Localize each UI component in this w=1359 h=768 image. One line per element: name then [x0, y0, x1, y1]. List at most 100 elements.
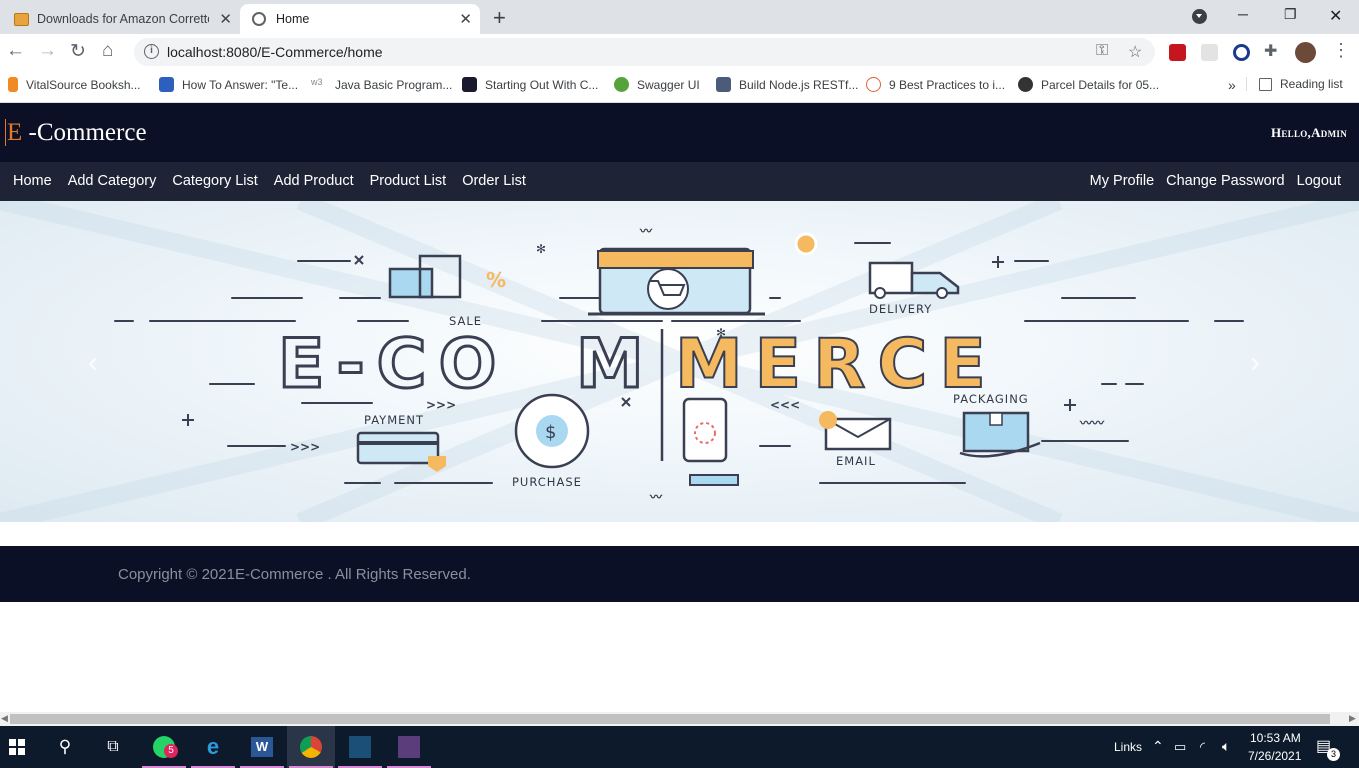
bookmark-label: How To Answer: "Te...	[182, 77, 299, 92]
bookmark-label: Build Node.js RESTf...	[739, 77, 859, 92]
bookmark-label: 9 Best Practices to i...	[889, 77, 1006, 92]
search-icon[interactable]: ⚲	[41, 726, 89, 768]
url-text[interactable]: localhost:8080/E-Commerce/home	[167, 44, 383, 60]
ecommerce-illustration: E-CO M MERCE % $ >>>>>> <<< 〰〰〰〰 ✻✻ SALE…	[0, 201, 1359, 522]
carousel-prev-icon[interactable]: ‹	[88, 346, 98, 380]
volume-icon[interactable]: 🔈︎	[1222, 738, 1230, 755]
package-icon	[14, 12, 29, 26]
nav-add-product[interactable]: Add Product	[274, 173, 354, 189]
address-bar[interactable]: i localhost:8080/E-Commerce/home ⚿ ☆	[134, 38, 1155, 66]
nav-add-category[interactable]: Add Category	[68, 173, 157, 189]
parcel-icon	[1018, 77, 1033, 92]
bookmark-label: Starting Out With C...	[485, 77, 599, 92]
copyright-text: Copyright © 2021E-Commerce . All Rights …	[118, 566, 471, 583]
bookmark-item[interactable]: Build Node.js RESTf...	[716, 77, 858, 92]
w3-icon: w3	[311, 77, 323, 87]
scroll-right-icon[interactable]: ▶	[1349, 713, 1356, 724]
browser-tab-home[interactable]: Home ✕	[240, 4, 480, 34]
nav-category-list[interactable]: Category List	[172, 173, 257, 189]
swagger-icon	[614, 77, 629, 92]
hero-carousel: E-CO M MERCE % $ >>> >>> <<< 〰 〰 〰〰 ✻ ✻ …	[0, 201, 1359, 522]
links-toolbar[interactable]: Links	[1114, 740, 1142, 754]
wifi-icon[interactable]: ◜	[1200, 739, 1205, 755]
word-icon[interactable]: W	[238, 726, 286, 768]
percent-icon: %	[486, 268, 506, 292]
bookmark-item[interactable]: Parcel Details for 05...	[1018, 77, 1159, 92]
reload-icon[interactable]: ↻	[70, 40, 86, 63]
home-icon[interactable]: ⌂	[102, 40, 113, 62]
bookmark-label: Parcel Details for 05...	[1041, 77, 1160, 92]
bookmark-item[interactable]: 9 Best Practices to i...	[866, 77, 1005, 92]
window-close-icon[interactable]: ✕	[1329, 6, 1342, 26]
windows-start-icon[interactable]	[0, 726, 41, 768]
nav-logout[interactable]: Logout	[1297, 173, 1341, 189]
extension-icon[interactable]	[1201, 44, 1218, 61]
clock-date[interactable]: 7/26/2021	[1248, 749, 1301, 763]
credit-card-icon	[356, 431, 440, 465]
forward-icon[interactable]: →	[38, 40, 57, 62]
info-icon[interactable]: i	[144, 44, 159, 59]
minimize-icon[interactable]: ─	[1238, 6, 1248, 22]
puzzle-icon[interactable]: ✚	[1264, 41, 1277, 61]
nav-order-list[interactable]: Order List	[462, 173, 526, 189]
label-purchase: PURCHASE	[512, 475, 582, 489]
back-icon[interactable]: ←	[6, 40, 25, 62]
svg-text:〰: 〰	[639, 224, 653, 238]
carousel-next-icon[interactable]: ›	[1250, 346, 1260, 380]
key-icon[interactable]: ⚿	[1096, 42, 1108, 60]
label-delivery: DELIVERY	[869, 302, 932, 316]
site-header: E -Commerce Hello,Admin	[0, 103, 1359, 162]
bookmark-icon	[716, 77, 731, 92]
brand-logo[interactable]: E -Commerce	[5, 119, 147, 147]
bookmark-item[interactable]: Swagger UI	[614, 77, 700, 92]
chrome-icon[interactable]	[287, 726, 335, 768]
tab-title: Downloads for Amazon Corretto	[37, 12, 209, 26]
svg-text:〰〰: 〰〰	[1079, 416, 1105, 430]
pdf-extension-icon[interactable]	[1169, 44, 1186, 61]
nav-change-password[interactable]: Change Password	[1166, 173, 1285, 189]
avatar[interactable]	[1295, 42, 1316, 63]
menu-icon[interactable]: ⋮	[1332, 40, 1350, 61]
clock-time[interactable]: 10:53 AM	[1250, 731, 1301, 745]
close-icon[interactable]: ✕	[219, 10, 232, 28]
browser-tab-corretto[interactable]: Downloads for Amazon Corretto ✕	[8, 4, 240, 34]
banner-title-e: E-CO	[278, 325, 508, 404]
close-icon[interactable]: ✕	[459, 10, 472, 28]
more-bookmarks-icon[interactable]: »	[1228, 77, 1236, 93]
svg-text:>>>: >>>	[290, 440, 320, 454]
new-tab-icon[interactable]: +	[493, 5, 506, 31]
mysql-workbench-icon[interactable]	[336, 726, 384, 768]
app-icon[interactable]	[385, 726, 433, 768]
show-hidden-icons[interactable]: ⌃	[1152, 738, 1164, 755]
bookmark-icon	[8, 77, 18, 92]
banner-title-m: M	[576, 325, 656, 404]
task-view-icon[interactable]: ⧉	[89, 726, 137, 768]
nav-my-profile[interactable]: My Profile	[1090, 173, 1154, 189]
globe-icon	[252, 12, 266, 26]
bookmark-item[interactable]: VitalSource Booksh...	[8, 77, 141, 92]
bookmark-item[interactable]: w3 Java Basic Program...	[311, 77, 452, 92]
bookmarks-bar: VitalSource Booksh... How To Answer: "Te…	[0, 70, 1359, 103]
internet-explorer-icon[interactable]: e	[189, 726, 237, 768]
main-nav: Home Add Category Category List Add Prod…	[0, 162, 1359, 201]
battery-icon[interactable]: ▭	[1174, 739, 1186, 755]
bookmark-item[interactable]: Starting Out With C...	[462, 77, 598, 92]
browser-toolbar: ← → ↻ ⌂ i localhost:8080/E-Commerce/home…	[0, 34, 1359, 70]
browser-tab-strip: Downloads for Amazon Corretto ✕ Home ✕ +…	[0, 0, 1359, 34]
nav-product-list[interactable]: Product List	[370, 173, 447, 189]
notification-badge: 3	[1327, 748, 1340, 761]
star-icon[interactable]: ☆	[1128, 42, 1142, 62]
whatsapp-icon[interactable]: 5	[140, 726, 188, 768]
tab-title: Home	[276, 12, 310, 26]
label-email: EMAIL	[836, 454, 876, 468]
label-packaging: PACKAGING	[953, 392, 1029, 406]
circle-extension-icon[interactable]	[1233, 44, 1250, 61]
scrollbar-thumb[interactable]	[10, 714, 1330, 724]
bookmark-item[interactable]: How To Answer: "Te...	[159, 77, 298, 92]
restore-icon[interactable]: ❐	[1284, 6, 1297, 23]
tab-search-icon[interactable]	[1192, 9, 1207, 24]
scroll-left-icon[interactable]: ◀	[1, 713, 8, 724]
horizontal-scrollbar[interactable]: ◀ ▶	[0, 712, 1359, 726]
reading-list-button[interactable]: Reading list	[1246, 77, 1343, 91]
nav-home[interactable]: Home	[13, 173, 52, 189]
